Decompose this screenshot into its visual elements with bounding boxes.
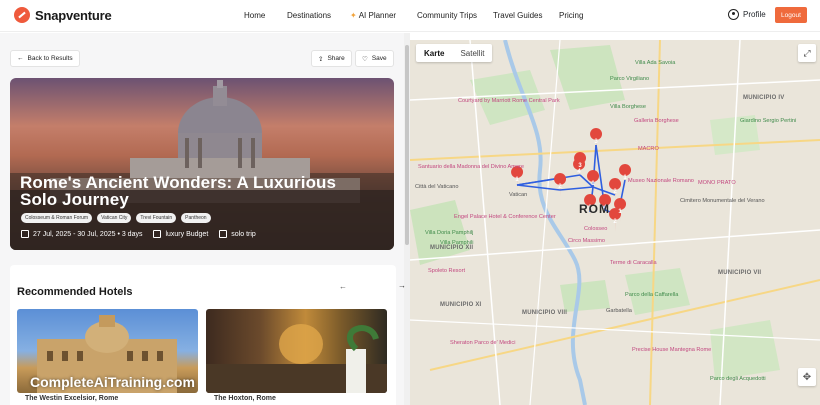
share-button[interactable]: ⇪ Share <box>311 50 352 67</box>
svg-text:2: 2 <box>613 219 617 225</box>
map-city-label: ROM <box>579 202 610 216</box>
svg-text:1: 1 <box>591 181 595 187</box>
wallet-icon <box>153 230 162 238</box>
trip-tag: Colosseum & Roman Forum <box>21 213 93 223</box>
map-label: Parco Virgiliano <box>610 76 650 82</box>
save-label: Save <box>371 55 387 62</box>
map-label: Villa Borghese <box>610 104 646 110</box>
nav-pricing-link[interactable]: Pricing <box>559 11 583 20</box>
logo-icon <box>14 7 30 23</box>
map-type-tabs: Karte Satellit <box>416 44 493 62</box>
trip-meta: 27 Jul, 2025 - 30 Jul, 2025 • 3 days lux… <box>21 230 267 238</box>
trip-tags: Colosseum & Roman Forum Vatican City Tre… <box>21 213 211 223</box>
panel-scroll-thumb[interactable] <box>405 45 409 245</box>
map-camera-control-icon[interactable]: ✥ <box>798 368 816 386</box>
map-label: Courtyard by Marriott Rome Central Park <box>458 98 560 104</box>
map-label: Villa Ada Savoia <box>635 60 676 66</box>
hotel-image-hoxton[interactable] <box>206 309 387 393</box>
map-label: Galleria Borghese <box>634 118 679 124</box>
map-label: MUNICIPIO VII <box>718 270 762 276</box>
map-label: MUNICIPIO XI <box>440 302 482 308</box>
fullscreen-icon[interactable]: ⤢ <box>798 44 816 62</box>
hotel-name[interactable]: The Westin Excelsior, Rome <box>25 395 118 402</box>
hotels-title: Recommended Hotels <box>17 286 133 298</box>
trip-tag: Trevi Fountain <box>136 213 177 223</box>
nav-ai-planner-label: AI Planner <box>358 11 397 20</box>
map-label: Santuario della Madonna del Divino Amore <box>418 164 525 170</box>
map-label: Circo Massimo <box>568 238 605 244</box>
svg-text:1: 1 <box>618 209 622 215</box>
map-label: Città del Vaticano <box>415 184 459 190</box>
map-label: Villa Pamphili <box>440 240 474 246</box>
trip-dates: 27 Jul, 2025 - 30 Jul, 2025 • 3 days <box>33 230 143 238</box>
user-circle-icon <box>728 9 739 20</box>
svg-text:1: 1 <box>623 175 627 181</box>
top-navbar: Snapventure Home Destinations ✦ AI Planne… <box>0 0 820 32</box>
hotel-lobby-illustration <box>206 324 387 393</box>
map-label: MUNICIPIO IV <box>743 95 785 101</box>
save-button[interactable]: ♡ Save <box>355 50 394 67</box>
map-label: Parco della Caffarella <box>625 292 679 298</box>
calendar-icon <box>21 230 29 238</box>
map-label: Giardino Sergio Pertini <box>740 118 797 124</box>
hotel-name[interactable]: The Hoxton, Rome <box>214 395 276 402</box>
tab-satellite[interactable]: Satellit <box>452 49 492 58</box>
sparkle-icon: ✦ <box>350 11 357 20</box>
arrow-left-icon: ← <box>17 55 24 62</box>
trip-tag: Vatican City <box>97 213 132 223</box>
trip-details-panel: ← Back to Results ⇪ Share ♡ Save Rome's … <box>0 33 404 405</box>
map-label: Vatican <box>509 192 528 198</box>
profile-link[interactable]: Profile <box>728 9 766 20</box>
trip-hero-image: Rome's Ancient Wonders: A Luxurious Solo… <box>10 78 394 250</box>
svg-text:4: 4 <box>577 169 581 175</box>
map-label: Colosseo <box>584 226 608 232</box>
brand-name: Snapventure <box>35 7 112 23</box>
nav-ai-planner-link[interactable]: ✦ AI Planner <box>350 11 417 20</box>
svg-text:2: 2 <box>613 189 617 195</box>
nav-destinations-link[interactable]: Destinations <box>287 11 350 20</box>
trip-budget: luxury Budget <box>165 230 209 238</box>
map-label: Sheraton Parco de' Medici <box>450 340 516 346</box>
collapse-panel-arrow-icon[interactable]: → <box>398 281 406 290</box>
map-label: MUNICIPIO VIII <box>522 310 568 316</box>
share-icon: ⇪ <box>318 55 324 63</box>
nav-home-link[interactable]: Home <box>244 11 287 20</box>
back-label: Back to Results <box>27 55 73 62</box>
st-peters-dome-illustration <box>10 80 394 250</box>
trip-map[interactable]: 123 413 213 412 Karte Satellit ⤢ ✥ ROM C… <box>410 40 820 405</box>
watermark-text: CompleteAiTraining.com <box>30 374 195 390</box>
map-label: Museo Nazionale Romano <box>628 178 694 184</box>
nav-community-link[interactable]: Community Trips <box>417 11 493 20</box>
logout-button[interactable]: Logout <box>775 7 807 23</box>
trip-group: solo trip <box>231 230 256 238</box>
map-label: Terme di Caracalla <box>610 260 657 266</box>
back-to-results-button[interactable]: ← Back to Results <box>10 50 80 67</box>
map-label: Cimitero Monumentale del Verano <box>680 198 765 204</box>
map-label: Spoleto Resort <box>428 268 466 274</box>
svg-text:3: 3 <box>594 139 598 145</box>
heart-icon: ♡ <box>362 55 368 63</box>
svg-text:1: 1 <box>515 177 519 183</box>
group-icon <box>219 230 228 238</box>
map-label: Villa Doria Pamphilj <box>425 230 474 236</box>
hotels-prev-arrow-icon[interactable]: ← <box>339 282 347 291</box>
map-label: Parco degli Acquedotti <box>710 376 766 382</box>
nav-guides-link[interactable]: Travel Guides <box>493 11 559 20</box>
trip-title: Rome's Ancient Wonders: A Luxurious Solo… <box>20 173 337 209</box>
map-label: MONO PRATO <box>698 180 736 186</box>
map-label: Engel Palace Hotel & Conference Center <box>454 214 556 220</box>
brand-logo[interactable]: Snapventure <box>14 7 112 23</box>
trip-tag: Pantheon <box>181 213 211 223</box>
profile-label: Profile <box>743 10 766 19</box>
map-label: MACRO <box>638 146 659 152</box>
tab-map[interactable]: Karte <box>416 49 452 58</box>
nav-links: Home Destinations ✦ AI Planner Community … <box>244 11 583 20</box>
map-label: Garbatella <box>606 308 632 314</box>
map-label: Precise House Mantegna Rome <box>632 347 712 353</box>
share-label: Share <box>327 55 345 62</box>
